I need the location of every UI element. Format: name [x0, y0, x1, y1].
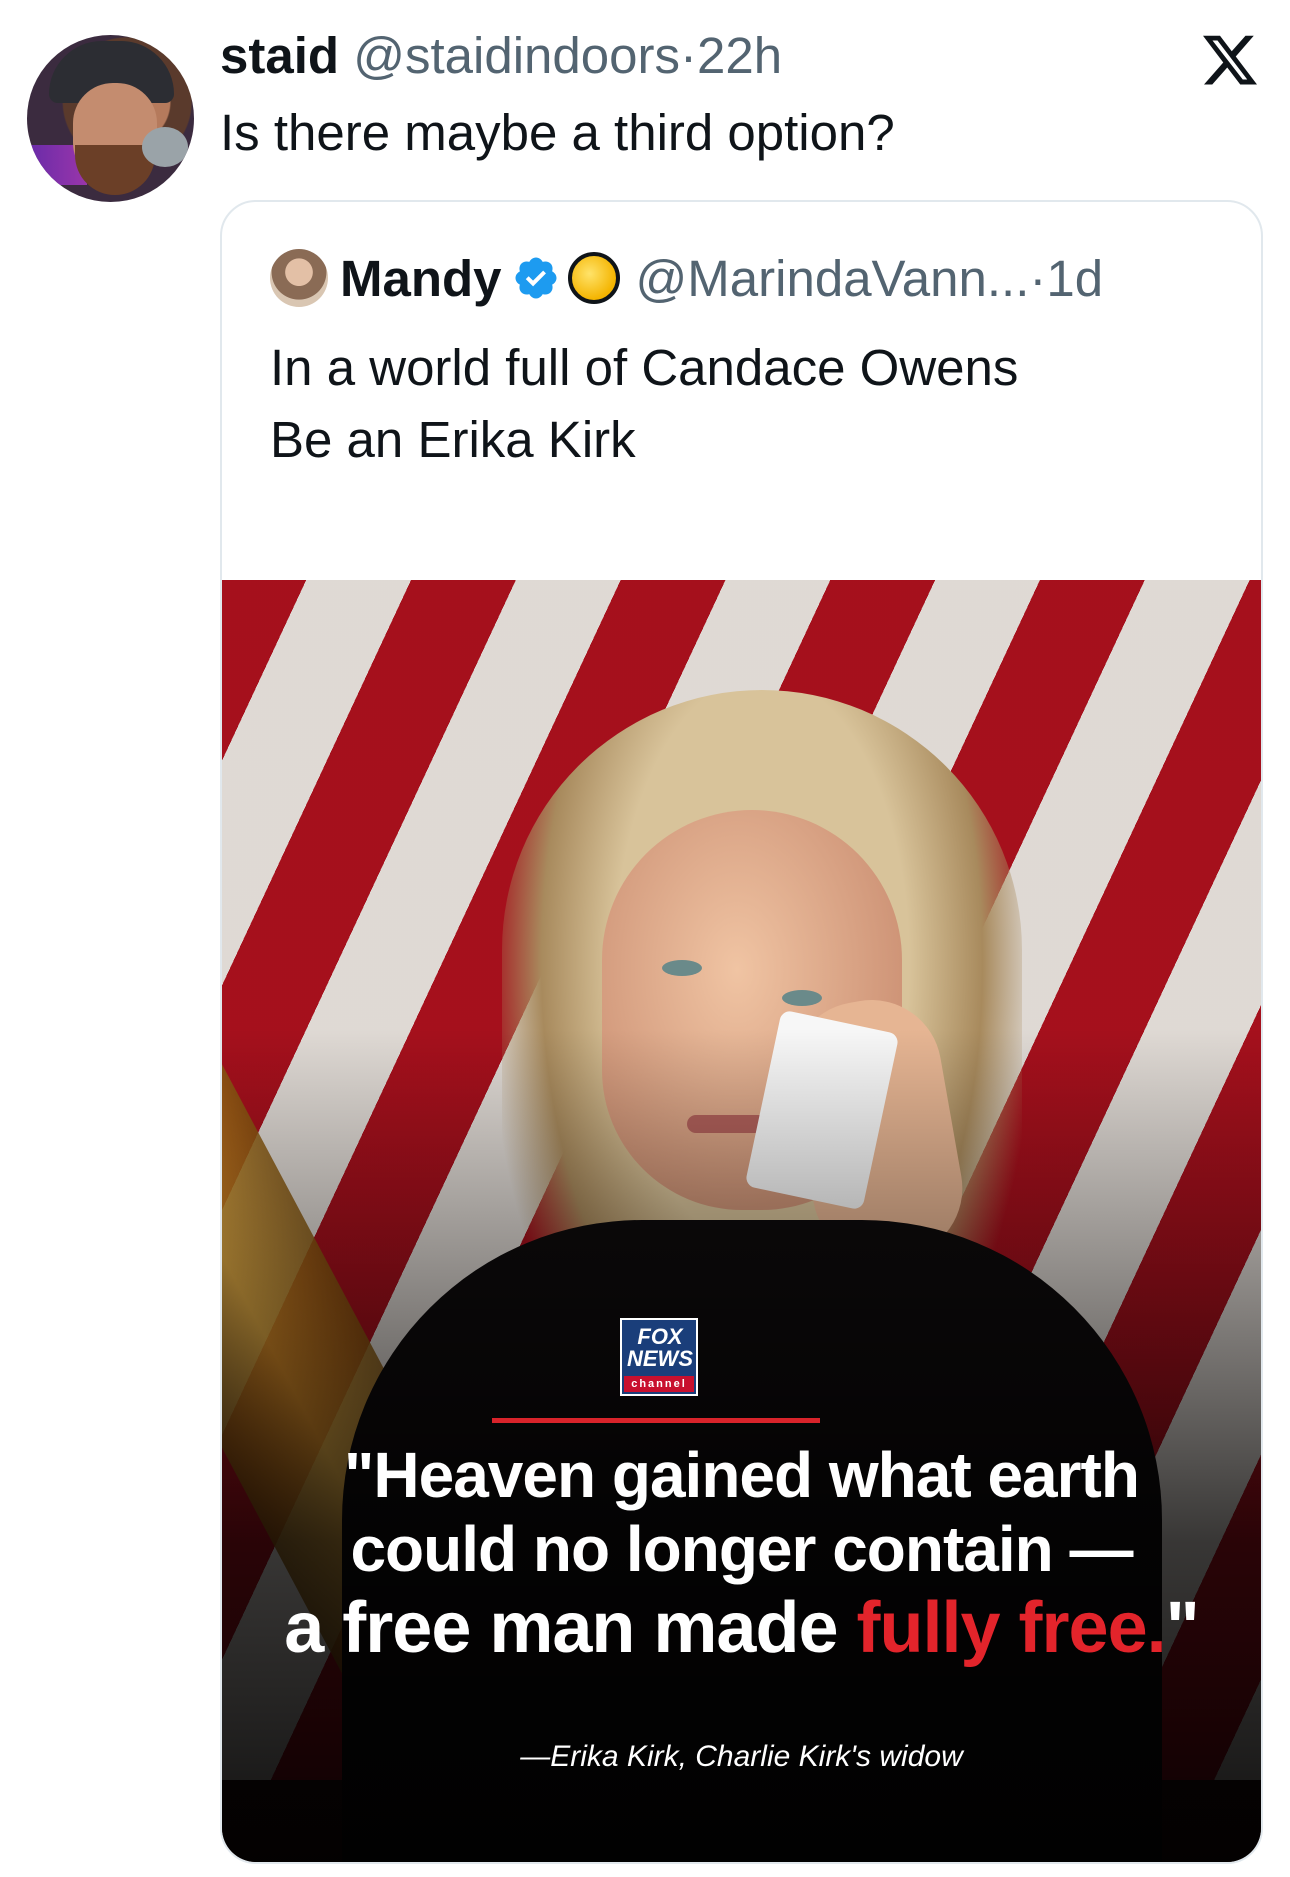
quoted-post-time[interactable]: 1d — [1046, 249, 1103, 308]
quoted-author-name[interactable]: Mandy — [340, 249, 502, 308]
verified-badge-icon — [515, 257, 557, 299]
image-quote-line-1: "Heaven gained what earth — [344, 1439, 1140, 1511]
quoted-post[interactable]: Mandy @MarindaVann... · 1d In a world full… — [220, 200, 1263, 1864]
quoted-post-image[interactable]: FOX NEWS channel "Heaven gained what ear… — [222, 580, 1261, 1862]
image-quote-line-3-end: " — [1165, 1588, 1200, 1668]
image-quote-line-3-white: a free man made — [284, 1588, 857, 1668]
quoted-author-avatar[interactable] — [270, 249, 328, 307]
image-quote-line-3: a free man made fully free." — [222, 1586, 1261, 1670]
image-quote-line-3-red: fully free. — [856, 1588, 1167, 1668]
author-handle[interactable]: @staidindoors — [353, 27, 680, 84]
post-header: staid @staidindoors·22h — [220, 26, 782, 86]
author-name[interactable]: staid — [220, 27, 339, 84]
fox-logo-line-2: NEWS — [627, 1346, 693, 1371]
fox-logo-line-1: FOX — [637, 1324, 683, 1349]
quoted-post-text: In a world full of Candace Owens Be an E… — [270, 332, 1230, 476]
image-attribution: —Erika Kirk, Charlie Kirk's widow — [520, 1740, 963, 1773]
x-logo-icon — [1200, 30, 1260, 90]
quoted-text-line-1: In a world full of Candace Owens — [270, 339, 1019, 396]
avatar-pet — [142, 127, 188, 167]
post-text: Is there maybe a third option? — [220, 104, 895, 161]
separator-dot: · — [680, 27, 697, 84]
quoted-author-handle[interactable]: @MarindaVann... — [636, 249, 1030, 308]
post-time[interactable]: 22h — [697, 27, 782, 84]
image-quote-line-2: could no longer contain — — [350, 1513, 1133, 1585]
quoted-separator-dot: · — [1029, 249, 1047, 307]
yellow-circle-emoji-icon — [567, 252, 620, 304]
author-avatar[interactable] — [27, 35, 194, 202]
image-quote: "Heaven gained what earth could no longe… — [222, 1438, 1261, 1670]
quoted-text-line-2: Be an Erika Kirk — [270, 411, 636, 468]
fox-news-logo: FOX NEWS channel — [620, 1318, 698, 1396]
fox-logo-line-3: channel — [624, 1376, 694, 1392]
red-divider — [492, 1418, 820, 1423]
quoted-post-header: Mandy @MarindaVann... · 1d — [270, 248, 1103, 308]
